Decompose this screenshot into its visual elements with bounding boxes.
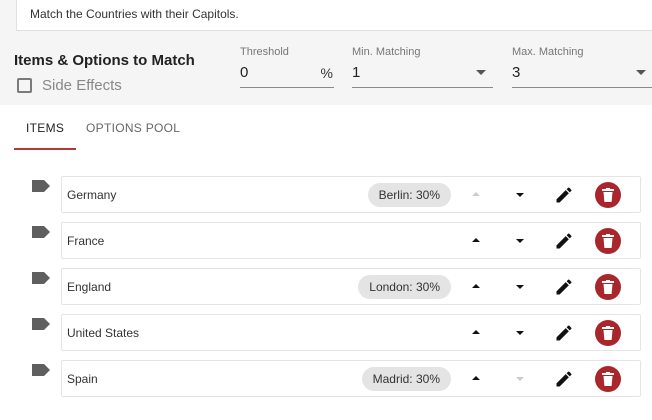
- chevron-down-icon[interactable]: [636, 70, 646, 75]
- matched-option-chip[interactable]: London: 30%: [358, 275, 451, 299]
- threshold-label: Threshold: [240, 46, 289, 58]
- arrow-down-icon[interactable]: [516, 239, 524, 243]
- item-label: France: [67, 234, 105, 248]
- arrow-down-icon[interactable]: [516, 331, 524, 335]
- pencil-icon[interactable]: [554, 185, 574, 205]
- arrow-up-icon: [472, 192, 480, 196]
- trash-icon[interactable]: [595, 182, 621, 208]
- label-tag-icon: [31, 363, 51, 376]
- matched-option-chip[interactable]: Madrid: 30%: [361, 367, 451, 391]
- pencil-icon[interactable]: [554, 231, 574, 251]
- pencil-icon[interactable]: [554, 277, 574, 297]
- label-tag-icon: [31, 317, 51, 330]
- active-tab-indicator: [14, 148, 76, 150]
- tab-options-pool[interactable]: OPTIONS POOL: [86, 121, 180, 135]
- arrow-up-icon[interactable]: [472, 330, 480, 334]
- question-text: Match the Countries with their Capitols.: [30, 7, 239, 21]
- item-label: Germany: [67, 188, 117, 202]
- side-effects-label: Side Effects: [42, 77, 122, 94]
- arrow-up-icon[interactable]: [472, 238, 480, 242]
- max-matching-label: Max. Matching: [512, 46, 584, 58]
- label-tag-icon: [31, 271, 51, 284]
- pencil-icon[interactable]: [554, 369, 574, 389]
- max-matching-value[interactable]: 3: [512, 64, 520, 81]
- tab-items[interactable]: ITEMS: [26, 121, 64, 135]
- chevron-down-icon[interactable]: [476, 70, 486, 75]
- trash-icon[interactable]: [595, 366, 621, 392]
- side-effects-toggle[interactable]: Side Effects: [17, 77, 122, 94]
- arrow-up-icon[interactable]: [472, 284, 480, 288]
- list-item[interactable]: United States: [61, 314, 641, 351]
- threshold-field[interactable]: Threshold 0 %: [240, 46, 334, 88]
- section-title: Items & Options to Match: [14, 52, 195, 69]
- trash-icon[interactable]: [595, 228, 621, 254]
- label-tag-icon: [31, 225, 51, 238]
- arrow-up-icon[interactable]: [472, 376, 480, 380]
- question-box: Match the Countries with their Capitols.: [16, 0, 652, 31]
- threshold-value[interactable]: 0: [240, 64, 248, 81]
- trash-icon[interactable]: [595, 274, 621, 300]
- arrow-down-icon: [516, 377, 524, 381]
- trash-icon[interactable]: [595, 320, 621, 346]
- label-tag-icon: [31, 179, 51, 192]
- list-item[interactable]: Spain Madrid: 30%: [61, 360, 641, 397]
- min-matching-label: Min. Matching: [352, 46, 421, 58]
- threshold-suffix: %: [320, 65, 333, 81]
- item-label: United States: [67, 326, 140, 340]
- list-item[interactable]: France: [61, 222, 641, 259]
- arrow-down-icon[interactable]: [516, 193, 524, 197]
- side-effects-checkbox[interactable]: [17, 78, 32, 93]
- matched-option-chip[interactable]: Berlin: 30%: [367, 183, 451, 207]
- pencil-icon[interactable]: [554, 323, 574, 343]
- list-item[interactable]: Germany Berlin: 30%: [61, 176, 641, 213]
- list-item[interactable]: England London: 30%: [61, 268, 641, 305]
- min-matching-select[interactable]: Min. Matching 1: [352, 46, 493, 88]
- item-label: Spain: [67, 372, 98, 386]
- item-label: England: [67, 280, 112, 294]
- min-matching-value[interactable]: 1: [352, 64, 360, 81]
- arrow-down-icon[interactable]: [516, 285, 524, 289]
- max-matching-select[interactable]: Max. Matching 3: [512, 46, 652, 88]
